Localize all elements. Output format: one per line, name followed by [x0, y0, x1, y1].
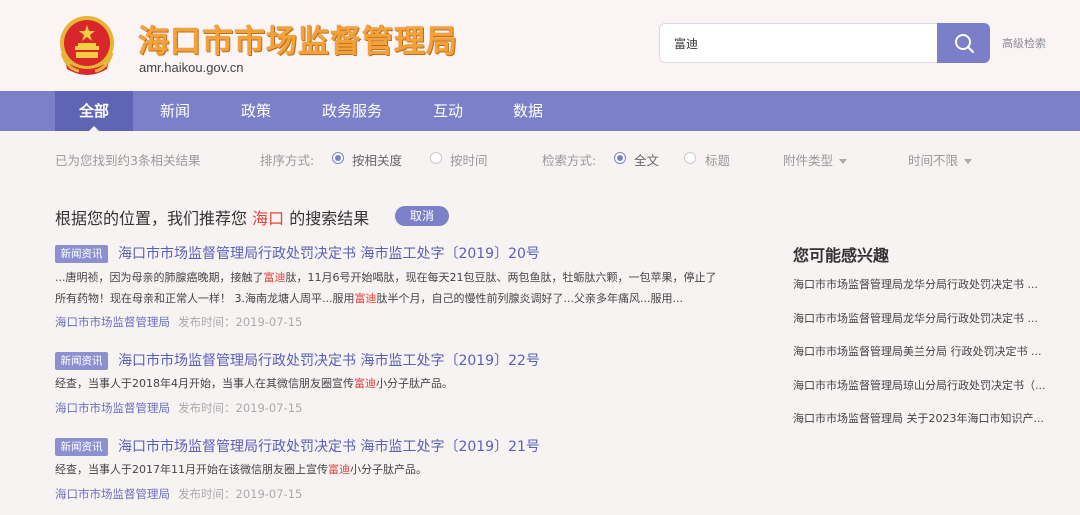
snippet-text: 小分子肽产品。 — [376, 377, 453, 390]
search-button[interactable] — [937, 23, 990, 63]
main-nav: 全部 新闻 政策 政务服务 互动 数据 — [0, 91, 1080, 131]
result-date: 发布时间：2019-07-15 — [178, 487, 303, 501]
attachment-type-dropdown[interactable]: 附件类型 — [783, 150, 848, 169]
result-source-link[interactable]: 海口市市场监督管理局 — [55, 401, 170, 415]
category-tag: 新闻资讯 — [55, 245, 108, 263]
active-caret-icon — [89, 126, 99, 131]
snippet-text: 经查，当事人于2017年11月开始在该微信朋友圈上宣传 — [55, 463, 328, 476]
result-meta: 海口市市场监督管理局 发布时间：2019-07-15 — [55, 400, 302, 416]
snippet-text: 小分子肽产品。 — [350, 463, 427, 476]
result-snippet-line: ...唐明祯，因为母亲的肺腺癌晚期，接触了富迪肽，11月6号开始喝肽，现在每天2… — [55, 267, 717, 288]
snippet-text: ...唐明祯，因为母亲的肺腺癌晚期，接触了 — [55, 271, 264, 284]
result-date: 发布时间：2019-07-15 — [178, 401, 303, 415]
search-mode-label: 检索方式: — [542, 153, 597, 168]
nav-tab-gov-services[interactable]: 政务服务 — [312, 91, 392, 131]
side-item-link[interactable]: 海口市市场监督管理局龙华分局行政处罚决定书 ... — [793, 276, 1061, 292]
nav-tab-data[interactable]: 数据 — [498, 91, 558, 131]
time-range-label: 时间不限 — [908, 153, 959, 168]
snippet-highlight: 富迪 — [328, 463, 350, 476]
result-count: 已为您找到约3条相关结果 — [55, 153, 201, 168]
snippet-text: 肽，11月6号开始喝肽，现在每天21包豆肽、两包鱼肽，牡蛎肽六颗，一包苹果，停止… — [285, 271, 717, 284]
sort-relevance-label[interactable]: 按相关度 — [352, 150, 402, 169]
result-snippet-line: 经查，当事人于2017年11月开始在该微信朋友圈上宣传富迪小分子肽产品。 — [55, 459, 427, 480]
mode-title-label[interactable]: 标题 — [705, 150, 730, 169]
result-source-link[interactable]: 海口市市场监督管理局 — [55, 315, 170, 329]
side-item-link[interactable]: 海口市市场监督管理局龙华分局行政处罚决定书 ... — [793, 310, 1061, 326]
location-recommend: 根据您的位置，我们推荐您 海口 的搜索结果 — [55, 205, 369, 229]
result-source-link[interactable]: 海口市市场监督管理局 — [55, 487, 170, 501]
advanced-search-link[interactable]: 高级检索 — [1002, 35, 1046, 51]
search-icon — [954, 34, 974, 54]
result-title-link[interactable]: 海口市市场监督管理局行政处罚决定书 海市监工处字〔2019〕22号 — [118, 350, 540, 370]
category-tag: 新闻资讯 — [55, 352, 108, 370]
result-snippet-line: 所有药物！现在母亲和正常人一样！ 3.海南龙塘人周平...服用富迪肽半个月，自己… — [55, 288, 683, 309]
side-panel-title: 您可能感兴趣 — [793, 246, 890, 265]
nav-tab-label: 全部 — [78, 102, 109, 120]
sort-time-label[interactable]: 按时间 — [450, 150, 488, 169]
search-input[interactable] — [659, 23, 937, 63]
snippet-highlight: 富迪 — [263, 271, 286, 284]
recommend-suffix: 的搜索结果 — [289, 209, 370, 228]
national-emblem-icon — [60, 16, 114, 75]
recommend-prefix: 根据您的位置，我们推荐您 — [55, 209, 248, 228]
nav-tab-interaction[interactable]: 互动 — [418, 91, 478, 131]
result-date: 发布时间：2019-07-15 — [178, 315, 303, 329]
result-title-link[interactable]: 海口市市场监督管理局行政处罚决定书 海市监工处字〔2019〕21号 — [118, 436, 540, 456]
nav-tab-news[interactable]: 新闻 — [145, 91, 205, 131]
mode-fulltext-radio[interactable] — [614, 152, 626, 164]
site-header: 海口市市场监督管理局 amr.haikou.gov.cn 高级检索 — [0, 0, 1080, 91]
mode-title-radio[interactable] — [684, 152, 696, 164]
nav-tab-policy[interactable]: 政策 — [226, 91, 286, 131]
result-meta: 海口市市场监督管理局 发布时间：2019-07-15 — [55, 486, 302, 502]
sort-label: 排序方式: — [260, 153, 315, 168]
snippet-text: 所有药物！现在母亲和正常人一样！ 3.海南龙塘人周平...服用 — [55, 292, 355, 305]
result-snippet-line: 经查，当事人于2018年4月开始，当事人在其微信朋友圈宣传富迪小分子肽产品。 — [55, 373, 453, 394]
chevron-down-icon — [839, 159, 848, 164]
side-item-link[interactable]: 海口市市场监督管理局 关于2023年海口市知识产... — [793, 410, 1061, 426]
side-item-link[interactable]: 海口市市场监督管理局美兰分局 行政处罚决定书 ... — [793, 343, 1061, 359]
snippet-highlight: 富迪 — [354, 292, 377, 305]
snippet-text: 肽半个月，自己的慢性前列腺炎调好了...父亲多年痛风...服用... — [376, 292, 683, 305]
attachment-type-label: 附件类型 — [783, 153, 834, 168]
sort-time-radio[interactable] — [430, 152, 442, 164]
snippet-text: 经查，当事人于2018年4月开始，当事人在其微信朋友圈宣传 — [55, 377, 354, 390]
chevron-down-icon — [964, 159, 973, 164]
side-item-link[interactable]: 海口市市场监督管理局琼山分局行政处罚决定书（... — [793, 377, 1061, 393]
recommend-city: 海口 — [252, 209, 285, 228]
result-meta: 海口市市场监督管理局 发布时间：2019-07-15 — [55, 314, 302, 330]
time-range-dropdown[interactable]: 时间不限 — [908, 150, 973, 169]
sort-relevance-radio[interactable] — [332, 152, 344, 164]
site-title: 海口市市场监督管理局 — [138, 24, 458, 60]
cancel-recommend-button[interactable]: 取消 — [395, 206, 449, 226]
nav-tab-all[interactable]: 全部 — [55, 91, 133, 131]
result-title-link[interactable]: 海口市市场监督管理局行政处罚决定书 海市监工处字〔2019〕20号 — [118, 243, 540, 263]
site-url[interactable]: amr.haikou.gov.cn — [139, 60, 244, 75]
mode-fulltext-label[interactable]: 全文 — [634, 150, 659, 169]
snippet-highlight: 富迪 — [354, 377, 376, 390]
category-tag: 新闻资讯 — [55, 438, 108, 456]
